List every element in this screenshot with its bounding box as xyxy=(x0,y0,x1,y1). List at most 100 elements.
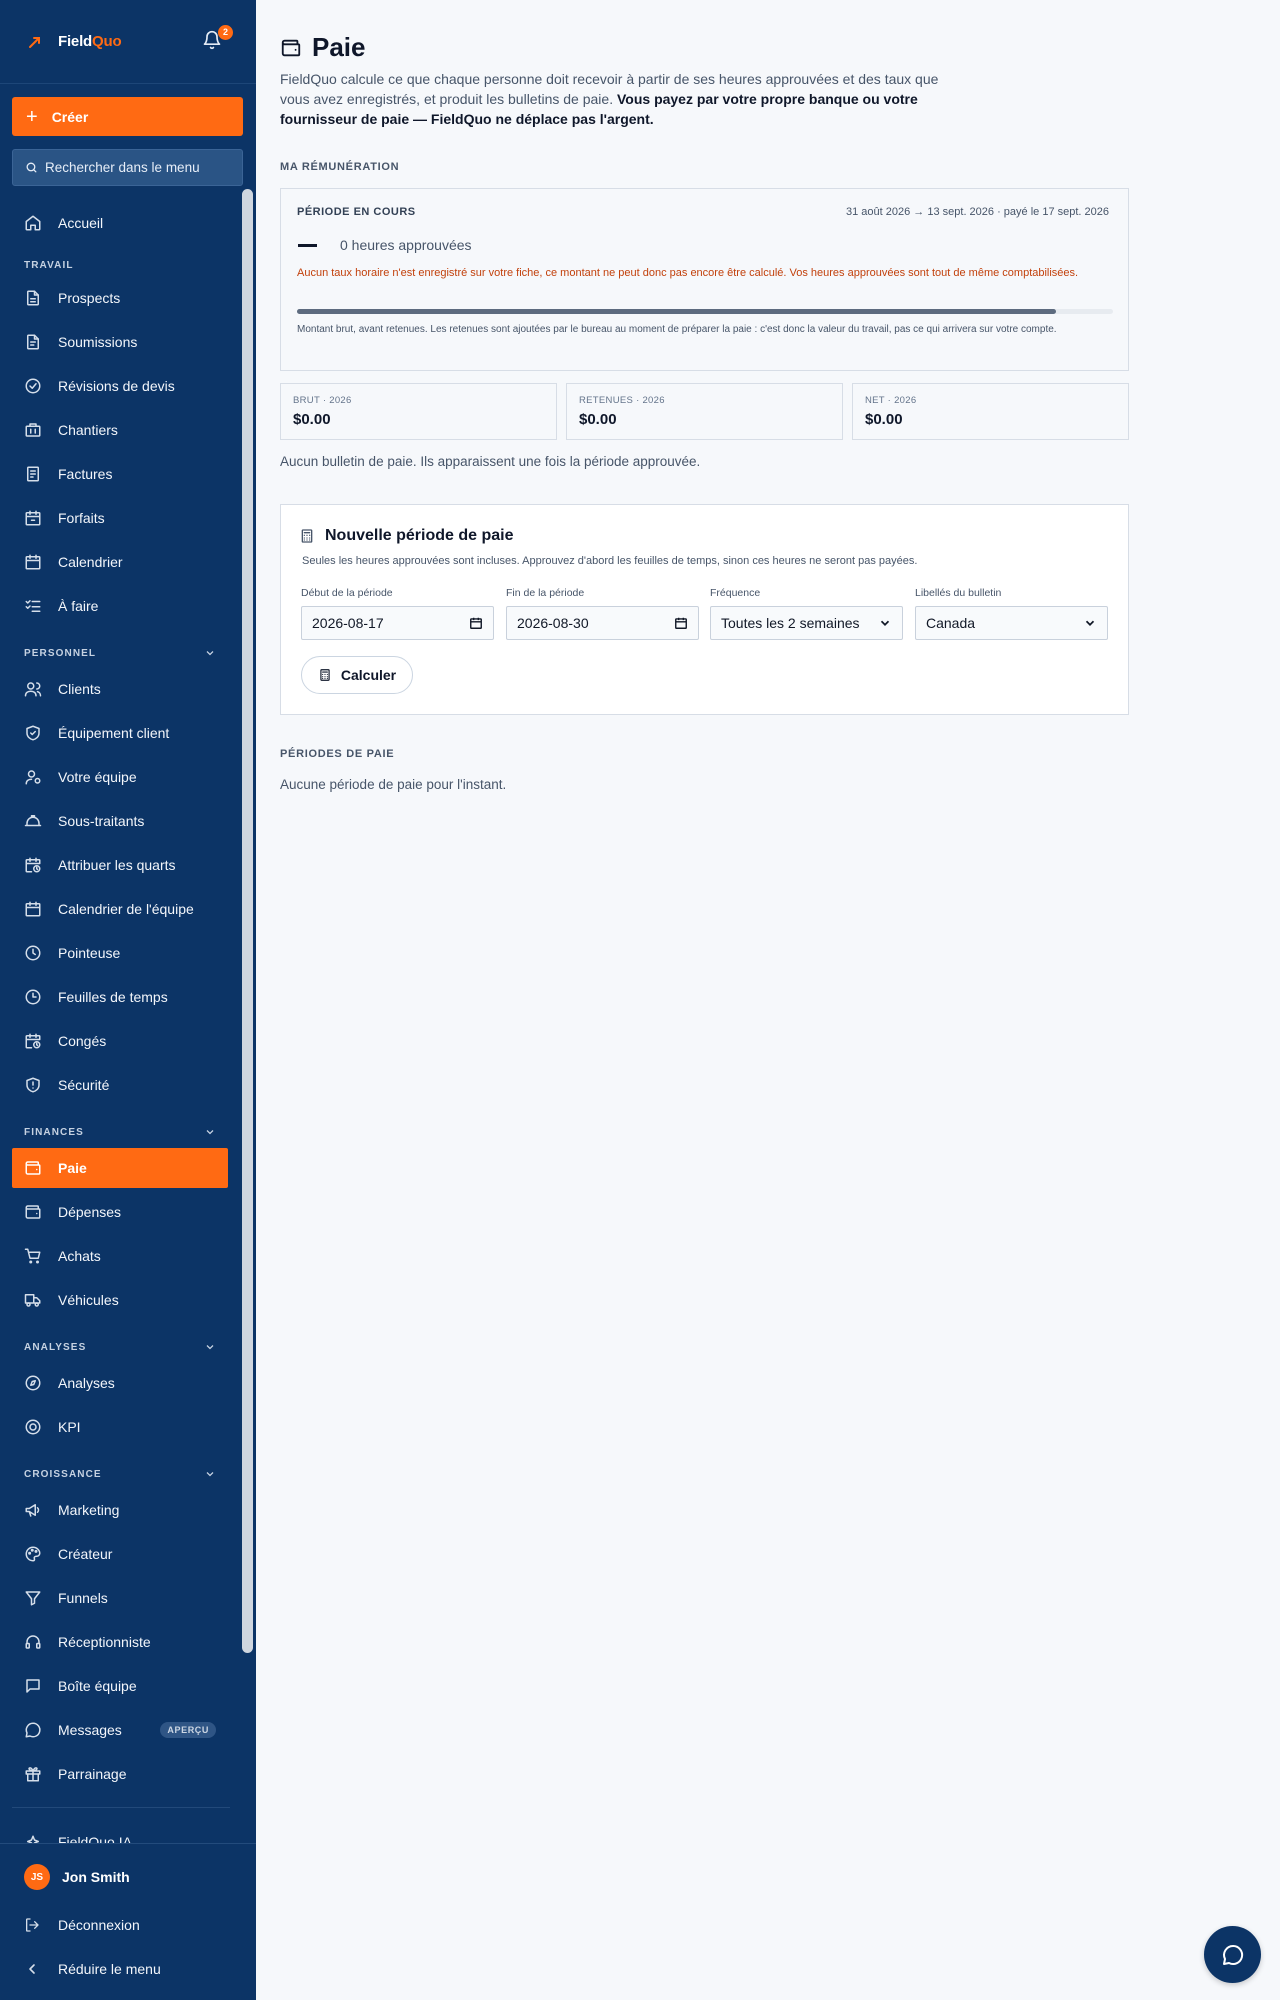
sidebar-item-label: Accueil xyxy=(58,215,104,231)
sidebar-item-label: Marketing xyxy=(58,1502,120,1518)
sidebar-item-forfaits[interactable]: Forfaits xyxy=(12,498,228,538)
sidebar-item-quarts[interactable]: Attribuer les quarts xyxy=(12,845,228,885)
calendar-clock-icon xyxy=(25,857,41,873)
sidebar-item-clients[interactable]: Clients xyxy=(12,669,228,709)
summary-label: BRUT · 2026 xyxy=(293,395,352,406)
sidebar-item-label: Réceptionniste xyxy=(58,1634,151,1650)
sidebar-item-boite[interactable]: Boîte équipe xyxy=(12,1666,228,1706)
sidebar-item-messages[interactable]: Messages APERÇU xyxy=(12,1710,228,1750)
section-title: ANALYSES xyxy=(24,1341,87,1353)
sidebar-item-createur[interactable]: Créateur xyxy=(12,1534,228,1574)
sidebar-item-sous-traitants[interactable]: Sous-traitants xyxy=(12,801,228,841)
sidebar-item-soumissions[interactable]: Soumissions xyxy=(12,322,228,362)
timesheet-icon xyxy=(25,989,41,1005)
sidebar-item-prospects[interactable]: Prospects xyxy=(12,278,228,318)
start-date-label: Début de la période xyxy=(301,587,393,599)
end-date-input[interactable]: 2026-08-30 xyxy=(506,606,699,640)
frequency-label: Fréquence xyxy=(710,587,761,599)
menu-search-input[interactable]: Rechercher dans le menu xyxy=(12,149,243,186)
sidebar-item-conges[interactable]: Congés xyxy=(12,1021,228,1061)
sidebar-item-label: Calendrier de l'équipe xyxy=(58,901,194,917)
user-profile[interactable]: JS Jon Smith xyxy=(24,1864,130,1890)
summary-value: $0.00 xyxy=(579,411,617,428)
clock-icon xyxy=(25,945,41,961)
sidebar-item-label: Votre équipe xyxy=(58,769,137,785)
section-croissance[interactable]: CROISSANCE xyxy=(24,1468,216,1480)
sidebar-item-pointeuse[interactable]: Pointeuse xyxy=(12,933,228,973)
sidebar-item-marketing[interactable]: Marketing xyxy=(12,1490,228,1530)
sidebar-item-accueil[interactable]: Accueil xyxy=(12,203,228,243)
brand-logo[interactable]: FieldQuo xyxy=(28,33,122,50)
no-pay-periods-message: Aucune période de paie pour l'instant. xyxy=(280,777,507,792)
sidebar-item-equipement[interactable]: Équipement client xyxy=(12,713,228,753)
calendar-clock-icon xyxy=(25,1033,41,1049)
sidebar-item-label: Sécurité xyxy=(58,1077,110,1093)
logout-button[interactable]: Déconnexion xyxy=(24,1917,140,1933)
sidebar-item-securite[interactable]: Sécurité xyxy=(12,1065,228,1105)
end-date-label: Fin de la période xyxy=(506,587,585,599)
section-personnel[interactable]: PERSONNEL xyxy=(24,647,216,659)
sidebar-item-factures[interactable]: Factures xyxy=(12,454,228,494)
chevron-down-icon xyxy=(206,1472,214,1477)
sidebar-item-calendrier[interactable]: Calendrier xyxy=(12,542,228,582)
sidebar-item-kpi[interactable]: KPI xyxy=(12,1407,228,1447)
create-button[interactable]: + Créer xyxy=(12,97,243,136)
approved-hours: 0 heures approuvées xyxy=(340,237,472,253)
sidebar-item-funnels[interactable]: Funnels xyxy=(12,1578,228,1618)
sidebar-item-label: Calendrier xyxy=(58,554,123,570)
file-text-icon xyxy=(27,334,39,350)
sidebar-item-label: Congés xyxy=(58,1033,107,1049)
sidebar-item-chantiers[interactable]: Chantiers xyxy=(12,410,228,450)
sidebar-item-label: Clients xyxy=(58,681,101,697)
calculator-icon xyxy=(301,529,313,543)
notifications-button[interactable]: 2 xyxy=(202,24,233,54)
gift-icon xyxy=(25,1767,41,1782)
current-period-label: PÉRIODE EN COURS xyxy=(297,206,416,218)
sidebar-item-a-faire[interactable]: À faire xyxy=(12,586,228,626)
page-title-text: Paie xyxy=(312,32,366,62)
target-icon xyxy=(25,1419,41,1435)
sidebar-item-receptionniste[interactable]: Réceptionniste xyxy=(12,1622,228,1662)
calculate-button-label: Calculer xyxy=(340,667,397,683)
sidebar-item-analyses[interactable]: Analyses xyxy=(12,1363,228,1403)
sidebar-item-parrainage[interactable]: Parrainage xyxy=(12,1754,228,1794)
frequency-value: Toutes les 2 semaines xyxy=(721,615,860,631)
chevron-down-icon xyxy=(206,1130,214,1135)
sidebar-item-label: Créateur xyxy=(58,1546,113,1562)
gross-amount-note: Montant brut, avant retenues. Les retenu… xyxy=(297,324,1057,335)
new-period-title-text: Nouvelle période de paie xyxy=(325,527,514,544)
section-finances[interactable]: FINANCES xyxy=(24,1126,216,1138)
chat-button[interactable] xyxy=(1204,1926,1261,1983)
collapse-menu-button[interactable]: Réduire le menu xyxy=(24,1961,161,1977)
user-cog-icon xyxy=(25,770,41,785)
preview-badge: APERÇU xyxy=(160,1722,216,1738)
sidebar-scrollbar[interactable] xyxy=(242,189,253,1653)
section-analyses[interactable]: ANALYSES xyxy=(24,1341,216,1353)
calculate-button[interactable]: Calculer xyxy=(301,656,413,694)
payslip-labels-select[interactable]: Canada xyxy=(915,606,1108,640)
sidebar-item-label: Prospects xyxy=(58,290,121,306)
document-icon xyxy=(27,290,39,306)
sidebar-item-feuilles[interactable]: Feuilles de temps xyxy=(12,977,228,1017)
sidebar-item-revisions[interactable]: Révisions de devis xyxy=(12,366,228,406)
sidebar-item-vehicules[interactable]: Véhicules xyxy=(12,1280,228,1320)
sidebar-item-ia[interactable]: FieldQuo IA xyxy=(12,1822,228,1843)
sidebar-divider xyxy=(12,1807,230,1808)
sidebar-item-calendrier-equipe[interactable]: Calendrier de l'équipe xyxy=(12,889,228,929)
start-date-input[interactable]: 2026-08-17 xyxy=(301,606,494,640)
sidebar-item-achats[interactable]: Achats xyxy=(12,1236,228,1276)
truck-icon xyxy=(24,1294,41,1307)
headset-icon xyxy=(25,1635,41,1649)
sidebar-item-label: Sous-traitants xyxy=(58,813,145,829)
chevron-down-icon xyxy=(206,1345,214,1350)
summary-gross: BRUT · 2026 $0.00 xyxy=(280,383,557,440)
sidebar-item-paie[interactable]: Paie xyxy=(12,1148,228,1188)
sidebar-item-depenses[interactable]: Dépenses xyxy=(12,1192,228,1232)
sidebar-item-label: Équipement client xyxy=(58,725,170,741)
invoice-icon xyxy=(27,466,39,482)
sidebar-item-label: FieldQuo IA xyxy=(58,1834,132,1843)
payslip-labels-label: Libellés du bulletin xyxy=(915,587,1002,599)
sidebar-item-label: Analyses xyxy=(58,1375,115,1391)
frequency-select[interactable]: Toutes les 2 semaines xyxy=(710,606,903,640)
sidebar-item-equipe[interactable]: Votre équipe xyxy=(12,757,228,797)
